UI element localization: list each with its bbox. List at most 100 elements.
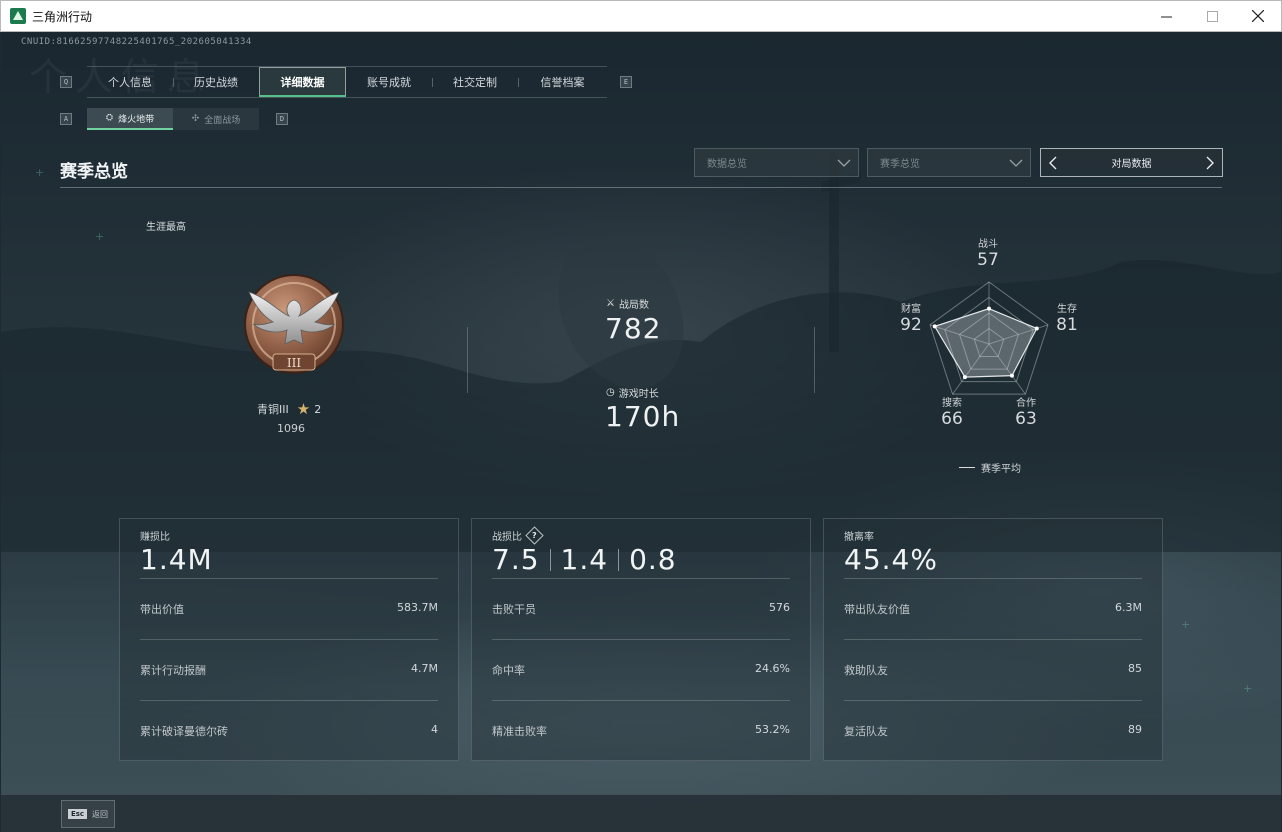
card-row-label: 累计行动报酬 — [140, 664, 206, 677]
value-separator — [618, 548, 620, 571]
kill-death-card: 战损比 ? 7.5 1.4 0.8 击败干员 576 命中率 24.6% 精准击… — [471, 518, 811, 761]
match-data-label: 对局数据 — [1111, 159, 1152, 170]
radar-label-search: 搜索 — [942, 398, 962, 409]
card-row-value: 85 — [1128, 662, 1142, 675]
tab-full-battlefield-label: 全面战场 — [204, 115, 241, 126]
radar-data-point — [1009, 373, 1014, 378]
tab-credit-record[interactable]: 信誉档案 — [518, 67, 607, 97]
tab-account-achievements[interactable]: 账号成就 — [346, 67, 432, 97]
maximize-button[interactable] — [1189, 0, 1235, 32]
card-title-text: 战损比 — [492, 532, 522, 543]
card-row: 击败干员 576 — [492, 601, 790, 617]
card-row: 复活队友 89 — [844, 723, 1142, 739]
tab-full-battlefield[interactable]: ✣ 全面战场 — [173, 108, 259, 130]
back-label: 返回 — [92, 809, 109, 819]
maximize-icon — [1206, 10, 1218, 22]
card-row-value: 6.3M — [1115, 601, 1142, 614]
card-divider — [140, 639, 438, 640]
data-overview-dropdown-label: 数据总览 — [707, 159, 747, 170]
card-row-label: 精准击败率 — [492, 725, 547, 738]
decor-plus-icon: + — [35, 166, 45, 179]
fire-zone-icon: ⛭ — [105, 113, 114, 123]
game-viewport: 个人信息 CNUID:8166259774822540176​5_2026050… — [1, 32, 1281, 832]
decor-plus-icon: + — [95, 230, 105, 243]
window-controls — [1143, 0, 1281, 32]
card-row-value: 4.7M — [411, 662, 438, 675]
rank-medal-icon: III — [244, 274, 344, 374]
card-row-value: 53.2% — [755, 723, 790, 736]
window-title: 三角洲行动 — [32, 9, 93, 24]
tab-right-key-hint: E — [620, 76, 632, 88]
data-overview-dropdown[interactable]: 数据总览 — [694, 148, 859, 177]
card-divider — [492, 700, 790, 701]
profit-loss-ratio-value: 1.4M — [140, 543, 213, 576]
subtab-left-key-hint: A — [60, 113, 72, 125]
card-row-label: 累计破译曼德尔砖 — [140, 725, 228, 738]
tab-social-customization[interactable]: 社交定制 — [432, 67, 518, 97]
esc-key-icon: Esc — [67, 809, 88, 819]
card-divider — [844, 700, 1142, 701]
chevron-down-icon — [1009, 159, 1023, 167]
radar-label-combat: 战斗 — [978, 239, 998, 250]
tab-personal-info[interactable]: 个人信息 — [87, 67, 173, 97]
subtab-right-key-hint: D — [276, 113, 288, 125]
card-big-value: 45.4% — [844, 543, 938, 576]
window-titlebar: 三角洲行动 — [0, 0, 1282, 32]
chevron-left-icon[interactable] — [1047, 155, 1059, 171]
rank-points: 1096 — [277, 422, 305, 435]
close-button[interactable] — [1235, 0, 1281, 32]
crosshair-icon: ✣ — [191, 114, 200, 124]
tab-detailed-data[interactable]: 详细数据 — [259, 67, 346, 97]
rank-stars: 2 — [314, 402, 322, 416]
close-icon — [1252, 10, 1264, 22]
card-title: 赚损比 — [140, 532, 170, 543]
crossed-swords-icon: ⚔ — [606, 298, 615, 309]
kd-ratio-value-1: 7.5 — [492, 543, 540, 576]
card-row-value: 583.7M — [397, 601, 438, 614]
radar-data-point — [962, 375, 967, 380]
radar-value-wealth: 92 — [900, 315, 922, 335]
star-icon: ★ — [296, 400, 311, 418]
card-big-value: 7.5 1.4 0.8 — [492, 543, 677, 576]
card-divider — [844, 578, 1142, 579]
radar-label-wealth: 财富 — [901, 304, 921, 315]
matches-label-text: 战局数 — [618, 300, 649, 311]
app-logo-icon — [10, 8, 26, 24]
minimize-button[interactable] — [1143, 0, 1189, 32]
radar-data-point — [1034, 326, 1039, 331]
card-row-label: 击败干员 — [492, 603, 536, 616]
radar-value-survival: 81 — [1056, 315, 1078, 335]
card-row-label: 命中率 — [492, 664, 525, 677]
card-row: 救助队友 85 — [844, 662, 1142, 678]
card-row-value: 4 — [431, 723, 438, 736]
main-tab-bar: 个人信息 历史战绩 详细数据 账号成就 社交定制 信誉档案 — [87, 66, 607, 98]
rank-name: 青铜III — [257, 403, 289, 416]
card-row: 带出价值 583.7M — [140, 601, 438, 617]
minimize-icon — [1160, 16, 1172, 17]
season-overview-dropdown-label: 赛季总览 — [880, 159, 920, 170]
playtime-value: 170h — [605, 400, 681, 433]
stats-divider-right — [814, 327, 815, 393]
chevron-right-icon[interactable] — [1204, 155, 1216, 171]
card-row: 命中率 24.6% — [492, 662, 790, 678]
profit-loss-card: 赚损比 1.4M 带出价值 583.7M 累计行动报酬 4.7M 累计破译曼德尔… — [119, 518, 459, 761]
matches-value: 782 — [605, 312, 662, 345]
tab-fire-zone-label: 烽火地带 — [118, 114, 155, 125]
decor-plus-icon: + — [1243, 682, 1253, 695]
radar-label-cooperation: 合作 — [1016, 398, 1036, 409]
tab-match-history[interactable]: 历史战绩 — [173, 67, 259, 97]
radar-value-cooperation: 63 — [1015, 409, 1037, 429]
medal-numeral: III — [287, 356, 301, 370]
back-button[interactable]: Esc 返回 — [61, 800, 115, 828]
card-row-value: 24.6% — [755, 662, 790, 675]
card-title: 撤离率 — [844, 532, 874, 543]
match-data-selector: 对局数据 — [1040, 148, 1223, 177]
card-divider — [140, 700, 438, 701]
season-overview-dropdown[interactable]: 赛季总览 — [867, 148, 1031, 177]
help-icon[interactable]: ? — [525, 526, 544, 545]
tab-fire-zone[interactable]: ⛭ 烽火地带 — [87, 108, 173, 130]
radar-data-point — [932, 324, 937, 329]
radar-data-point — [987, 306, 991, 311]
decor-plus-icon: + — [1181, 618, 1191, 631]
extraction-rate-value: 45.4% — [844, 543, 938, 576]
